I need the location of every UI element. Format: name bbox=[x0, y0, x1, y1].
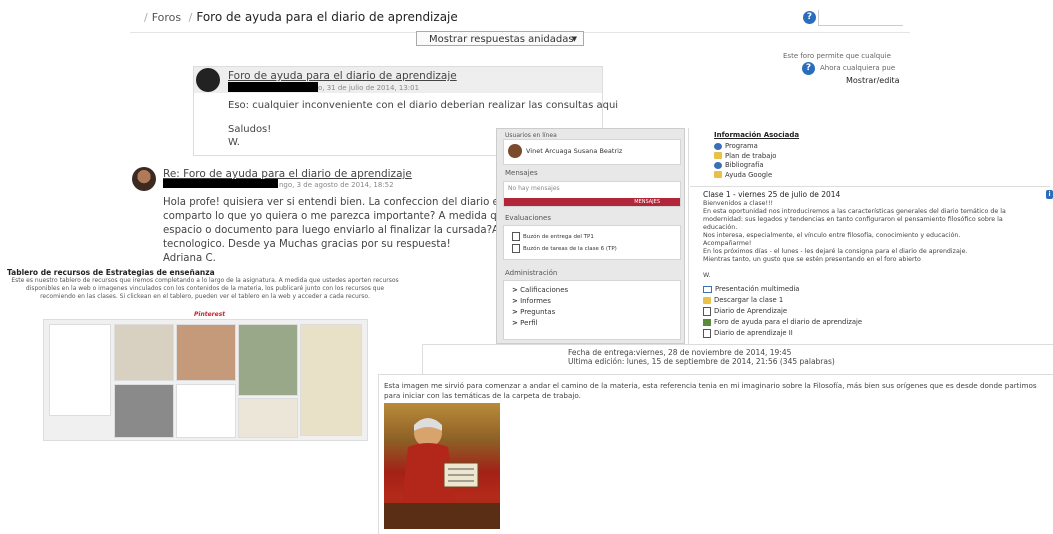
board-description: Este es nuestro tablero de recursos que … bbox=[11, 277, 399, 300]
info-heading: Información Asociada bbox=[714, 131, 800, 139]
folder-icon bbox=[714, 152, 722, 159]
resource-diary-2[interactable]: Diario de aprendizaje II bbox=[703, 328, 862, 339]
globe-icon bbox=[714, 161, 722, 169]
philosopher-painting-image bbox=[384, 403, 500, 529]
post-title[interactable]: Foro de ayuda para el diario de aprendiz… bbox=[228, 70, 457, 82]
online-user[interactable]: Vinet Arcuaga Susana Beatriz bbox=[526, 147, 622, 155]
post-signature: Adriana C. bbox=[163, 253, 216, 264]
divider bbox=[422, 344, 423, 374]
board-title: Tablero de recursos de Estrategias de en… bbox=[7, 268, 215, 277]
folder-icon bbox=[703, 296, 711, 304]
post-line: comparto lo que yo quiera o me parezca i… bbox=[163, 211, 519, 222]
redacted-author bbox=[228, 82, 318, 92]
post-text: Eso: cualquier inconveniente con el diar… bbox=[228, 100, 619, 111]
avatar bbox=[508, 144, 522, 158]
class-resources: Presentación multimedia Descargar la cla… bbox=[703, 284, 862, 339]
breadcrumb: / Foros / Foro de ayuda para el diario de … bbox=[144, 10, 458, 24]
pinterest-logo[interactable]: Pinterest bbox=[194, 311, 225, 318]
post-line: espacio o documento para luego enviarlo … bbox=[163, 225, 519, 236]
resource-presentation[interactable]: Presentación multimedia bbox=[703, 284, 862, 295]
avatar bbox=[132, 167, 156, 191]
messages-button[interactable]: MENSAJES bbox=[504, 198, 680, 206]
edit-icon[interactable]: i bbox=[1046, 190, 1053, 199]
show-edit-link[interactable]: Mostrar/edita bbox=[846, 76, 900, 85]
last-edit: Ultima edición: lunes, 15 de septiembre … bbox=[568, 357, 835, 366]
due-date: Fecha de entrega:viernes, 28 de noviembr… bbox=[568, 348, 792, 357]
redacted-author bbox=[163, 179, 278, 188]
resource-forum[interactable]: Foro de ayuda para el diario de aprendiz… bbox=[703, 317, 862, 328]
post-meta: o, 31 de julio de 2014, 13:01 bbox=[318, 84, 420, 92]
help-icon-2[interactable]: ? bbox=[802, 62, 815, 75]
entry-text: Esta imagen me sirvió para comenzar a an… bbox=[384, 381, 1037, 400]
info-links: Programa Plan de trabajo Bibliografía Ay… bbox=[714, 142, 776, 180]
doc-icon bbox=[703, 328, 711, 338]
display-mode-select[interactable]: Mostrar respuestas anidadas ▼ bbox=[416, 31, 584, 46]
admin-item-questions[interactable]: > Preguntas bbox=[512, 307, 568, 318]
post-line: tecnologico. Desde ya Muchas gracias por… bbox=[163, 239, 451, 250]
breadcrumb-current: Foro de ayuda para el diario de aprendiz… bbox=[196, 10, 458, 24]
post-meta: ngo, 3 de agosto de 2014, 18:52 bbox=[279, 181, 394, 189]
evaluations-heading: Evaluaciones bbox=[505, 214, 551, 222]
class-title: Clase 1 - viernes 25 de julio de 2014 bbox=[703, 190, 841, 199]
post-greeting: Saludos! bbox=[228, 124, 272, 135]
monitor-icon bbox=[703, 285, 712, 293]
class-description: Bienvenidos a clase!!! En esta oportunid… bbox=[703, 200, 1006, 279]
eval-item[interactable]: Buzón de entrega del TP1 bbox=[512, 232, 594, 241]
divider bbox=[378, 374, 1053, 375]
doc-icon bbox=[703, 306, 711, 316]
admin-heading: Administración bbox=[505, 269, 558, 277]
resource-diary[interactable]: Diario de Aprendizaje bbox=[703, 306, 862, 317]
divider bbox=[422, 344, 1053, 345]
doc-icon bbox=[512, 232, 520, 241]
post-signature: W. bbox=[228, 137, 240, 148]
messages-heading: Mensajes bbox=[505, 169, 538, 177]
info-link-ayuda[interactable]: Ayuda Google bbox=[714, 171, 776, 181]
breadcrumb-foros[interactable]: Foros bbox=[152, 11, 181, 24]
eval-item[interactable]: Buzón de tareas de la clase 6 (TP) bbox=[512, 244, 617, 253]
pinterest-board[interactable] bbox=[43, 311, 368, 441]
display-mode-value: Mostrar respuestas anidadas bbox=[429, 34, 574, 45]
admin-item-profile[interactable]: > Perfil bbox=[512, 318, 568, 329]
forum-note-2: Ahora cualquiera pue bbox=[820, 64, 896, 72]
divider bbox=[378, 374, 379, 534]
side-blocks: Usuarios en línea Vinet Arcuaga Susana B… bbox=[496, 128, 685, 344]
help-icon[interactable]: ? bbox=[803, 11, 816, 24]
forum-note: Este foro permite que cualquie bbox=[783, 52, 891, 60]
globe-icon bbox=[714, 142, 722, 150]
forum-icon bbox=[703, 318, 711, 326]
chevron-down-icon: ▼ bbox=[571, 35, 577, 43]
info-link-programa[interactable]: Programa bbox=[714, 142, 776, 152]
search-input[interactable] bbox=[818, 10, 903, 26]
users-online-heading: Usuarios en línea bbox=[505, 132, 557, 139]
post-line: Hola profe! quisiera ver si entendi bien… bbox=[163, 197, 523, 208]
folder-icon bbox=[714, 171, 722, 178]
doc-icon bbox=[512, 244, 520, 253]
avatar bbox=[196, 68, 220, 92]
info-link-bibliografia[interactable]: Bibliografía bbox=[714, 161, 776, 171]
divider bbox=[690, 186, 1050, 187]
admin-item-reports[interactable]: > Informes bbox=[512, 296, 568, 307]
submission-info: Fecha de entrega:viernes, 28 de noviembr… bbox=[568, 348, 835, 366]
admin-item-grades[interactable]: > Calificaciones bbox=[512, 285, 568, 296]
post-body: Hola profe! quisiera ver si entendi bien… bbox=[163, 196, 523, 266]
resource-download[interactable]: Descargar la clase 1 bbox=[703, 295, 862, 306]
info-link-plan[interactable]: Plan de trabajo bbox=[714, 152, 776, 162]
no-messages: No hay mensajes bbox=[508, 185, 560, 192]
